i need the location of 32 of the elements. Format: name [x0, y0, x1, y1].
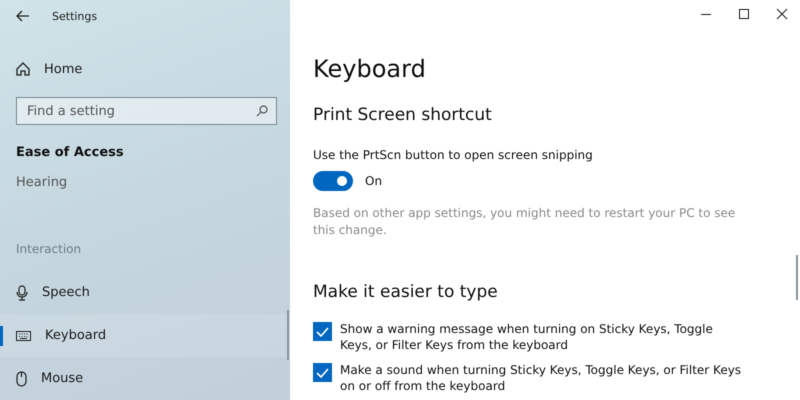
nav-item[interactable]: Hearing	[0, 160, 290, 204]
checkbox[interactable]	[313, 363, 332, 382]
keyboard-icon	[16, 330, 31, 340]
back-button[interactable]	[16, 10, 30, 22]
home-link[interactable]: Home	[0, 48, 290, 90]
search-icon	[256, 105, 268, 117]
scrollbar[interactable]	[287, 310, 289, 360]
microphone-icon	[16, 284, 28, 300]
nav-item[interactable]: Speech	[0, 271, 290, 314]
selection-bar	[0, 326, 3, 346]
page-title: Keyboard	[313, 55, 427, 83]
checkbox[interactable]	[313, 322, 332, 341]
setting-label: Use the PrtScn button to open screen snipping	[313, 148, 594, 162]
nav-item[interactable]: Mouse	[0, 357, 290, 400]
home-icon	[16, 62, 30, 76]
window-title: Settings	[52, 10, 98, 22]
section-heading: Make it easier to type	[313, 282, 499, 302]
search-input[interactable]: Find a setting	[25, 102, 256, 120]
group-label: Interaction	[15, 241, 82, 258]
section-heading: Print Screen shortcut	[313, 105, 493, 125]
checkbox-label: Make a sound when turning Sticky Keys, Toggle Keys, or Filter Keys on or off from the keyboard	[340, 362, 742, 394]
scrollbar[interactable]	[796, 255, 798, 300]
note-text: Based on other app settings, you might need to restart your PC to see this change.	[313, 205, 736, 239]
mouse-icon	[16, 370, 27, 386]
checkmark-icon	[316, 368, 329, 378]
search-field[interactable]: Find a setting	[16, 97, 277, 125]
section-title: Ease of Access	[15, 144, 125, 160]
toggle-state: On	[365, 174, 382, 188]
checkmark-icon	[316, 326, 329, 336]
nav-item[interactable]: Keyboard	[0, 314, 290, 357]
checkbox-label: Show a warning message when turning on Sticky Keys, Toggle Keys, or Filter Keys from the keyboard	[340, 321, 714, 353]
toggle-switch[interactable]	[313, 171, 353, 191]
